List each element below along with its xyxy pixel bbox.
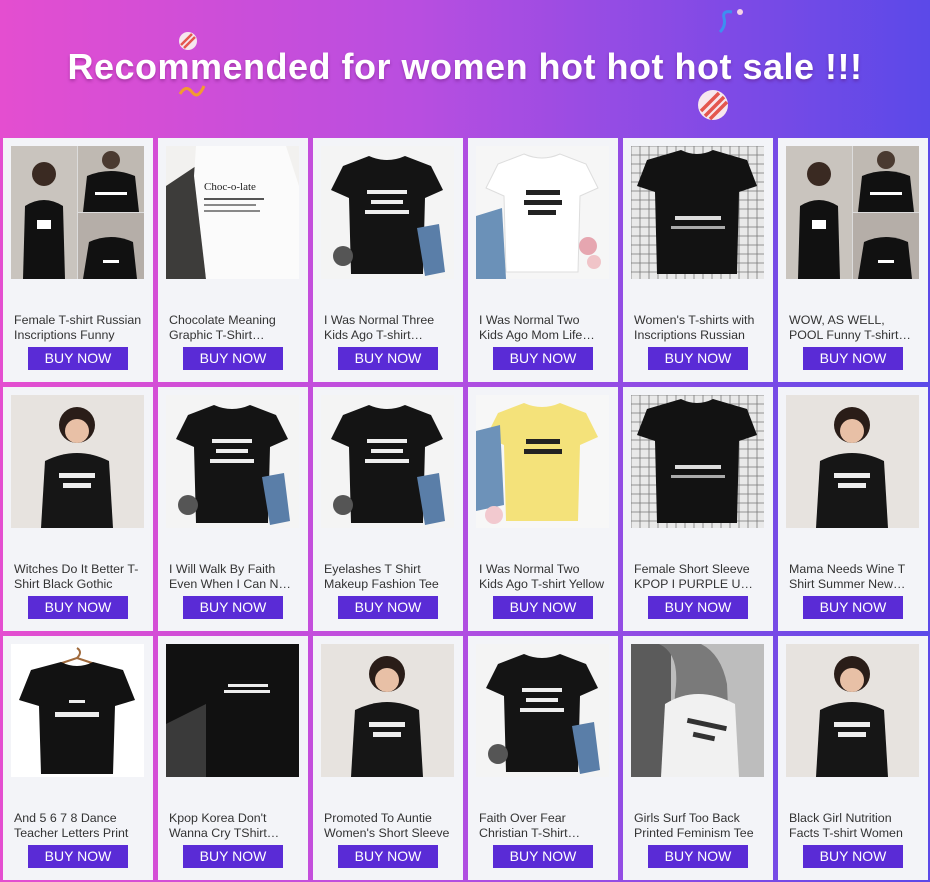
product-card[interactable]: Choc-o-late Chocolate Meaning Graphic T-… xyxy=(158,138,308,382)
product-image[interactable] xyxy=(631,644,764,777)
product-title[interactable]: Promoted To Auntie Women's Short Sleeve xyxy=(324,811,452,841)
buy-now-button[interactable]: BUY NOW xyxy=(493,347,593,370)
product-title[interactable]: Female Short Sleeve KPOP I PURPLE U Tee xyxy=(634,562,762,592)
product-card[interactable]: Kpop Korea Don't Wanna Cry TShirt Women B… xyxy=(158,636,308,880)
product-card[interactable]: I Was Normal Three Kids Ago T-shirt Casu… xyxy=(313,138,463,382)
product-title[interactable]: Female T-shirt Russian Inscriptions Funn… xyxy=(14,313,142,343)
product-card[interactable]: Female Short Sleeve KPOP I PURPLE U Tee B… xyxy=(623,387,773,631)
product-title[interactable]: Black Girl Nutrition Facts T-shirt Women xyxy=(789,811,917,841)
product-card[interactable]: Faith Over Fear Christian T-Shirt Women B… xyxy=(468,636,618,880)
product-image[interactable] xyxy=(786,395,919,528)
product-card[interactable]: Eyelashes T Shirt Makeup Fashion Tee BUY … xyxy=(313,387,463,631)
product-image[interactable] xyxy=(321,146,454,279)
svg-text:Choc-o-late: Choc-o-late xyxy=(204,181,256,193)
buy-now-button[interactable]: BUY NOW xyxy=(183,845,283,868)
candy-decoration-icon xyxy=(698,90,729,121)
product-image[interactable] xyxy=(11,395,144,528)
buy-now-button[interactable]: BUY NOW xyxy=(493,845,593,868)
product-image[interactable] xyxy=(476,395,609,528)
banner-title: Recommended for women hot hot hot sale !… xyxy=(67,46,863,87)
product-title[interactable]: I Was Normal Three Kids Ago T-shirt Casu… xyxy=(324,313,452,343)
product-card[interactable]: Mama Needs Wine T Shirt Summer New Women… xyxy=(778,387,928,631)
product-grid: Female T-shirt Russian Inscriptions Funn… xyxy=(3,138,928,880)
product-card[interactable]: Witches Do It Better T-Shirt Black Gothi… xyxy=(3,387,153,631)
product-image[interactable] xyxy=(321,395,454,528)
product-image[interactable] xyxy=(166,395,299,528)
product-title[interactable]: Witches Do It Better T-Shirt Black Gothi… xyxy=(14,562,142,592)
buy-now-button[interactable]: BUY NOW xyxy=(648,845,748,868)
buy-now-button[interactable]: BUY NOW xyxy=(338,596,438,619)
product-image[interactable] xyxy=(631,395,764,528)
product-card[interactable]: Girls Surf Too Back Printed Feminism Tee… xyxy=(623,636,773,880)
product-card[interactable]: And 5 6 7 8 Dance Teacher Letters Print B… xyxy=(3,636,153,880)
buy-now-button[interactable]: BUY NOW xyxy=(338,347,438,370)
buy-now-button[interactable]: BUY NOW xyxy=(28,845,128,868)
product-image[interactable] xyxy=(11,644,144,777)
product-card[interactable]: Women's T-shirts with Inscriptions Russi… xyxy=(623,138,773,382)
buy-now-button[interactable]: BUY NOW xyxy=(28,596,128,619)
promo-banner: Recommended for women hot hot hot sale !… xyxy=(0,0,930,138)
product-card[interactable]: I Will Walk By Faith Even When I Can Not… xyxy=(158,387,308,631)
product-title[interactable]: Faith Over Fear Christian T-Shirt Women xyxy=(479,811,607,841)
product-image[interactable] xyxy=(476,146,609,279)
product-title[interactable]: Kpop Korea Don't Wanna Cry TShirt Women xyxy=(169,811,297,841)
product-title[interactable]: And 5 6 7 8 Dance Teacher Letters Print xyxy=(14,811,142,841)
product-title[interactable]: WOW, AS WELL, POOL Funny T-shirt Women xyxy=(789,313,917,343)
product-image[interactable] xyxy=(11,146,144,279)
product-card[interactable]: I Was Normal Two Kids Ago T-shirt Yellow… xyxy=(468,387,618,631)
buy-now-button[interactable]: BUY NOW xyxy=(803,596,903,619)
product-card[interactable]: Promoted To Auntie Women's Short Sleeve B… xyxy=(313,636,463,880)
product-title[interactable]: I Was Normal Two Kids Ago T-shirt Yellow xyxy=(479,562,607,592)
product-card[interactable]: WOW, AS WELL, POOL Funny T-shirt Women BU… xyxy=(778,138,928,382)
product-image[interactable] xyxy=(786,644,919,777)
buy-now-button[interactable]: BUY NOW xyxy=(803,347,903,370)
product-card[interactable]: I Was Normal Two Kids Ago Mom Life Shirt… xyxy=(468,138,618,382)
buy-now-button[interactable]: BUY NOW xyxy=(183,596,283,619)
product-title[interactable]: Eyelashes T Shirt Makeup Fashion Tee xyxy=(324,562,452,592)
buy-now-button[interactable]: BUY NOW xyxy=(338,845,438,868)
buy-now-button[interactable]: BUY NOW xyxy=(28,347,128,370)
product-image[interactable] xyxy=(166,644,299,777)
product-title[interactable]: Girls Surf Too Back Printed Feminism Tee xyxy=(634,811,762,841)
product-card[interactable]: Black Girl Nutrition Facts T-shirt Women… xyxy=(778,636,928,880)
buy-now-button[interactable]: BUY NOW xyxy=(648,596,748,619)
product-image[interactable]: Choc-o-late xyxy=(166,146,299,279)
product-title[interactable]: Women's T-shirts with Inscriptions Russi… xyxy=(634,313,762,343)
product-image[interactable] xyxy=(476,644,609,777)
product-title[interactable]: Mama Needs Wine T Shirt Summer New Women xyxy=(789,562,917,592)
confetti-icon xyxy=(718,9,743,34)
buy-now-button[interactable]: BUY NOW xyxy=(648,347,748,370)
buy-now-button[interactable]: BUY NOW xyxy=(183,347,283,370)
product-card[interactable]: Female T-shirt Russian Inscriptions Funn… xyxy=(3,138,153,382)
product-image[interactable] xyxy=(321,644,454,777)
product-title[interactable]: Chocolate Meaning Graphic T-Shirt Women xyxy=(169,313,297,343)
buy-now-button[interactable]: BUY NOW xyxy=(493,596,593,619)
product-image[interactable] xyxy=(786,146,919,279)
product-title[interactable]: I Will Walk By Faith Even When I Can Not… xyxy=(169,562,297,592)
product-image[interactable] xyxy=(631,146,764,279)
product-title[interactable]: I Was Normal Two Kids Ago Mom Life Shirt xyxy=(479,313,607,343)
buy-now-button[interactable]: BUY NOW xyxy=(803,845,903,868)
